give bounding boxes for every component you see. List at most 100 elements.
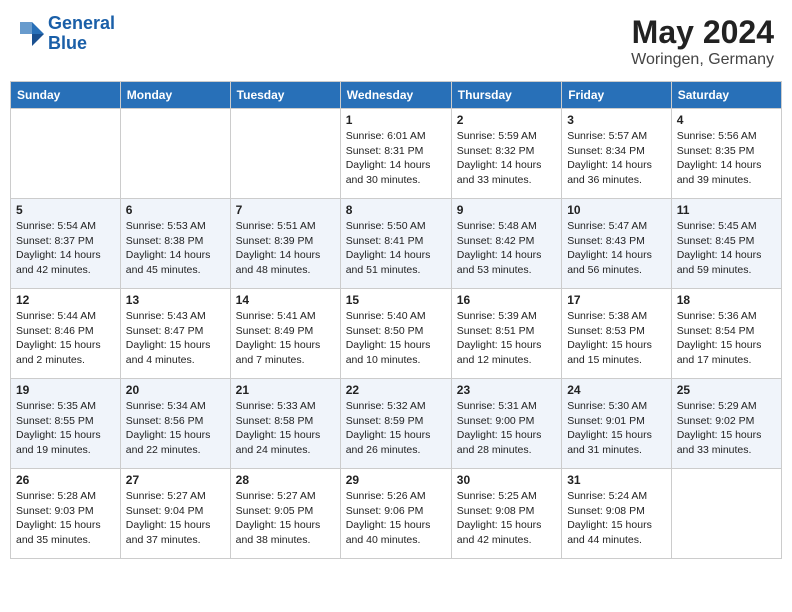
day-number: 2	[457, 113, 556, 127]
calendar-cell: 12 Sunrise: 5:44 AMSunset: 8:46 PMDayligh…	[11, 289, 121, 379]
calendar-cell: 29Sunrise: 5:26 AMSunset: 9:06 PMDayligh…	[340, 469, 451, 559]
calendar-week-row: 5 Sunrise: 5:54 AMSunset: 8:37 PMDaylight…	[11, 199, 782, 289]
day-info: Sunrise: 5:36 AMSunset: 8:54 PMDaylight:…	[677, 309, 776, 368]
calendar-table: SundayMondayTuesdayWednesdayThursdayFrid…	[10, 81, 782, 559]
calendar-cell: 31 Sunrise: 5:24 AMSunset: 9:08 PMDayligh…	[562, 469, 672, 559]
calendar-cell: 21Sunrise: 5:33 AMSunset: 8:58 PMDayligh…	[230, 379, 340, 469]
calendar-cell: 22Sunrise: 5:32 AMSunset: 8:59 PMDayligh…	[340, 379, 451, 469]
day-info: Sunrise: 5:33 AMSunset: 8:58 PMDaylight:…	[236, 399, 335, 458]
calendar-cell: 16 Sunrise: 5:39 AMSunset: 8:51 PMDayligh…	[451, 289, 561, 379]
day-info: Sunrise: 5:59 AMSunset: 8:32 PMDaylight:…	[457, 129, 556, 188]
calendar-cell	[671, 469, 781, 559]
subtitle: Woringen, Germany	[631, 51, 774, 69]
day-info: Sunrise: 5:40 AMSunset: 8:50 PMDaylight:…	[346, 309, 446, 368]
calendar-cell: 10Sunrise: 5:47 AMSunset: 8:43 PMDayligh…	[562, 199, 672, 289]
calendar-cell: 3 Sunrise: 5:57 AMSunset: 8:34 PMDaylight…	[562, 109, 672, 199]
day-info: Sunrise: 5:39 AMSunset: 8:51 PMDaylight:…	[457, 309, 556, 368]
logo-text: General Blue	[48, 14, 115, 54]
calendar-cell	[120, 109, 230, 199]
day-of-week-header: Tuesday	[230, 82, 340, 109]
day-info: Sunrise: 5:26 AMSunset: 9:06 PMDaylight:…	[346, 489, 446, 548]
calendar-header: SundayMondayTuesdayWednesdayThursdayFrid…	[11, 82, 782, 109]
day-info: Sunrise: 5:57 AMSunset: 8:34 PMDaylight:…	[567, 129, 666, 188]
calendar-cell: 19 Sunrise: 5:35 AMSunset: 8:55 PMDayligh…	[11, 379, 121, 469]
calendar-cell: 28Sunrise: 5:27 AMSunset: 9:05 PMDayligh…	[230, 469, 340, 559]
day-info: Sunrise: 5:31 AMSunset: 9:00 PMDaylight:…	[457, 399, 556, 458]
day-number: 16	[457, 293, 556, 307]
calendar-cell: 30 Sunrise: 5:25 AMSunset: 9:08 PMDayligh…	[451, 469, 561, 559]
calendar-cell: 1 Sunrise: 6:01 AMSunset: 8:31 PMDaylight…	[340, 109, 451, 199]
day-number: 27	[126, 473, 225, 487]
calendar-cell: 20Sunrise: 5:34 AMSunset: 8:56 PMDayligh…	[120, 379, 230, 469]
calendar-cell: 18 Sunrise: 5:36 AMSunset: 8:54 PMDayligh…	[671, 289, 781, 379]
logo-icon	[18, 20, 46, 48]
day-info: Sunrise: 6:01 AMSunset: 8:31 PMDaylight:…	[346, 129, 446, 188]
day-info: Sunrise: 5:27 AMSunset: 9:04 PMDaylight:…	[126, 489, 225, 548]
day-number: 1	[346, 113, 446, 127]
day-number: 24	[567, 383, 666, 397]
day-info: Sunrise: 5:30 AMSunset: 9:01 PMDaylight:…	[567, 399, 666, 458]
day-number: 12	[16, 293, 115, 307]
calendar-cell: 14 Sunrise: 5:41 AMSunset: 8:49 PMDayligh…	[230, 289, 340, 379]
day-of-week-header: Wednesday	[340, 82, 451, 109]
calendar-cell: 24 Sunrise: 5:30 AMSunset: 9:01 PMDayligh…	[562, 379, 672, 469]
calendar-body: 1 Sunrise: 6:01 AMSunset: 8:31 PMDaylight…	[11, 109, 782, 559]
calendar-cell: 9 Sunrise: 5:48 AMSunset: 8:42 PMDaylight…	[451, 199, 561, 289]
day-number: 8	[346, 203, 446, 217]
calendar-cell: 25Sunrise: 5:29 AMSunset: 9:02 PMDayligh…	[671, 379, 781, 469]
day-number: 17	[567, 293, 666, 307]
day-number: 4	[677, 113, 776, 127]
day-info: Sunrise: 5:44 AMSunset: 8:46 PMDaylight:…	[16, 309, 115, 368]
calendar-cell: 13 Sunrise: 5:43 AMSunset: 8:47 PMDayligh…	[120, 289, 230, 379]
calendar-cell: 11 Sunrise: 5:45 AMSunset: 8:45 PMDayligh…	[671, 199, 781, 289]
main-title: May 2024	[631, 14, 774, 51]
day-number: 3	[567, 113, 666, 127]
day-info: Sunrise: 5:28 AMSunset: 9:03 PMDaylight:…	[16, 489, 115, 548]
logo: General Blue	[18, 14, 115, 54]
day-info: Sunrise: 5:53 AMSunset: 8:38 PMDaylight:…	[126, 219, 225, 278]
day-number: 13	[126, 293, 225, 307]
day-number: 10	[567, 203, 666, 217]
day-info: Sunrise: 5:51 AMSunset: 8:39 PMDaylight:…	[236, 219, 335, 278]
day-number: 14	[236, 293, 335, 307]
day-info: Sunrise: 5:38 AMSunset: 8:53 PMDaylight:…	[567, 309, 666, 368]
day-info: Sunrise: 5:48 AMSunset: 8:42 PMDaylight:…	[457, 219, 556, 278]
calendar-cell: 2 Sunrise: 5:59 AMSunset: 8:32 PMDaylight…	[451, 109, 561, 199]
calendar-week-row: 26Sunrise: 5:28 AMSunset: 9:03 PMDayligh…	[11, 469, 782, 559]
calendar-cell	[11, 109, 121, 199]
title-block: May 2024 Woringen, Germany	[631, 14, 774, 69]
day-info: Sunrise: 5:45 AMSunset: 8:45 PMDaylight:…	[677, 219, 776, 278]
day-info: Sunrise: 5:54 AMSunset: 8:37 PMDaylight:…	[16, 219, 115, 278]
day-info: Sunrise: 5:32 AMSunset: 8:59 PMDaylight:…	[346, 399, 446, 458]
day-info: Sunrise: 5:41 AMSunset: 8:49 PMDaylight:…	[236, 309, 335, 368]
day-info: Sunrise: 5:35 AMSunset: 8:55 PMDaylight:…	[16, 399, 115, 458]
day-info: Sunrise: 5:25 AMSunset: 9:08 PMDaylight:…	[457, 489, 556, 548]
header-row: SundayMondayTuesdayWednesdayThursdayFrid…	[11, 82, 782, 109]
day-info: Sunrise: 5:43 AMSunset: 8:47 PMDaylight:…	[126, 309, 225, 368]
calendar-cell: 26Sunrise: 5:28 AMSunset: 9:03 PMDayligh…	[11, 469, 121, 559]
day-info: Sunrise: 5:56 AMSunset: 8:35 PMDaylight:…	[677, 129, 776, 188]
day-number: 11	[677, 203, 776, 217]
calendar-week-row: 19 Sunrise: 5:35 AMSunset: 8:55 PMDayligh…	[11, 379, 782, 469]
calendar-cell: 23Sunrise: 5:31 AMSunset: 9:00 PMDayligh…	[451, 379, 561, 469]
day-number: 7	[236, 203, 335, 217]
calendar-cell: 15Sunrise: 5:40 AMSunset: 8:50 PMDayligh…	[340, 289, 451, 379]
day-number: 18	[677, 293, 776, 307]
day-number: 30	[457, 473, 556, 487]
calendar-week-row: 12 Sunrise: 5:44 AMSunset: 8:46 PMDayligh…	[11, 289, 782, 379]
day-number: 19	[16, 383, 115, 397]
logo-line1: General	[48, 14, 115, 34]
calendar-cell: 17 Sunrise: 5:38 AMSunset: 8:53 PMDayligh…	[562, 289, 672, 379]
calendar-cell: 4 Sunrise: 5:56 AMSunset: 8:35 PMDaylight…	[671, 109, 781, 199]
day-of-week-header: Monday	[120, 82, 230, 109]
day-number: 31	[567, 473, 666, 487]
page-header: General Blue May 2024 Woringen, Germany	[10, 10, 782, 73]
day-number: 9	[457, 203, 556, 217]
day-info: Sunrise: 5:24 AMSunset: 9:08 PMDaylight:…	[567, 489, 666, 548]
day-number: 20	[126, 383, 225, 397]
calendar-cell: 6Sunrise: 5:53 AMSunset: 8:38 PMDaylight…	[120, 199, 230, 289]
calendar-cell: 27 Sunrise: 5:27 AMSunset: 9:04 PMDayligh…	[120, 469, 230, 559]
day-number: 28	[236, 473, 335, 487]
logo-line2: Blue	[48, 34, 115, 54]
day-number: 5	[16, 203, 115, 217]
